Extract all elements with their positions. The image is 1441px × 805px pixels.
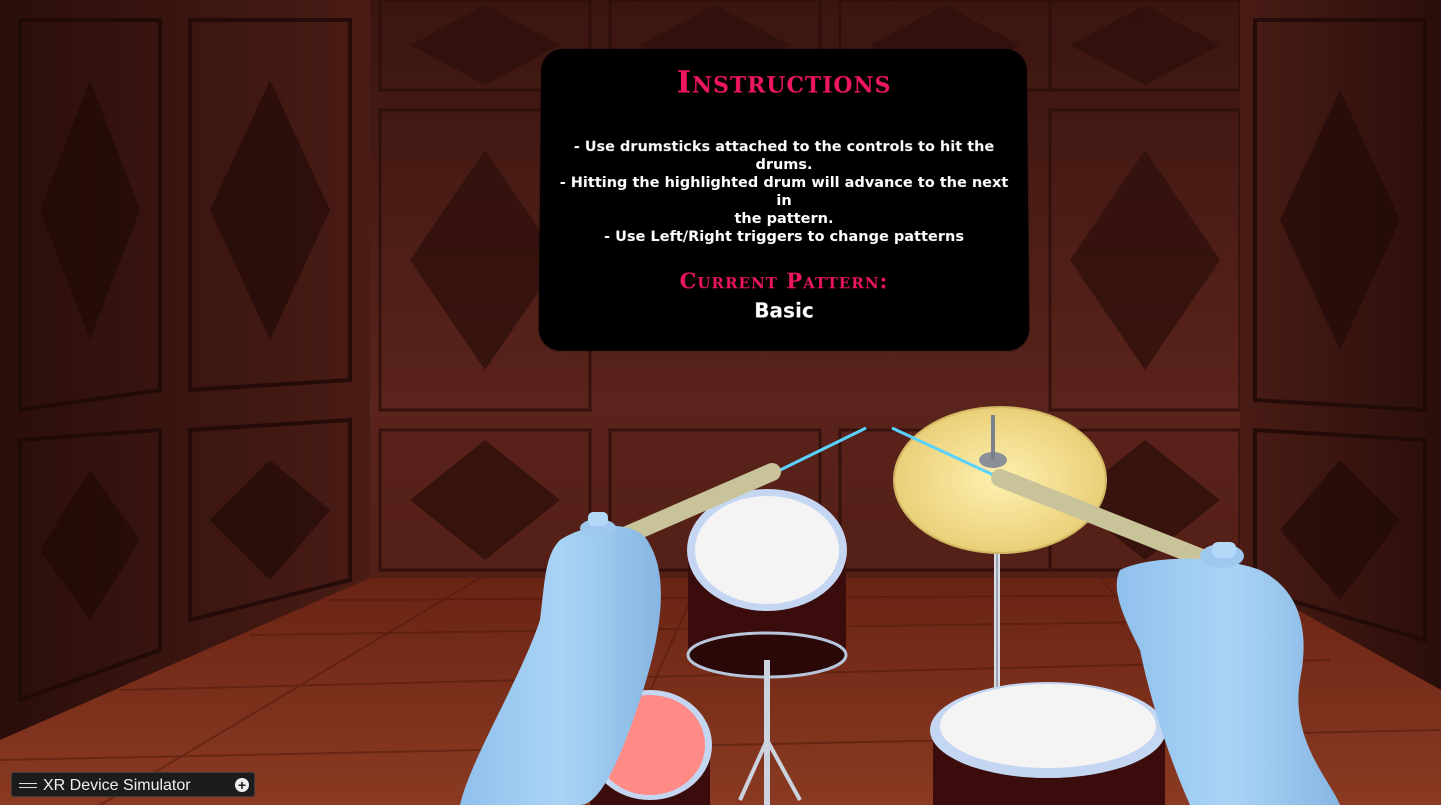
- instruction-line: the pattern.: [734, 210, 834, 228]
- drag-handle-icon[interactable]: [19, 783, 37, 788]
- plus-circle-icon[interactable]: +: [235, 778, 249, 792]
- instruction-line: - Hitting the highlighted drum will adva…: [559, 175, 1009, 209]
- instructions-text: - Use drumsticks attached to the control…: [554, 138, 1015, 246]
- instruction-line: - Use drumsticks attached to the control…: [573, 139, 995, 156]
- instruction-line: drums.: [755, 157, 813, 174]
- vr-scene: Instructions - Use drumsticks attached t…: [0, 0, 1441, 805]
- instructions-panel: Instructions - Use drumsticks attached t…: [538, 48, 1030, 351]
- xr-device-simulator-bar[interactable]: XR Device Simulator +: [11, 772, 255, 797]
- instructions-title: Instructions: [676, 64, 892, 101]
- instruction-line: - Use Left/Right triggers to change patt…: [603, 229, 965, 246]
- current-pattern-value: Basic: [754, 298, 814, 323]
- current-pattern-label: Current Pattern:: [679, 268, 889, 294]
- xr-device-simulator-label: XR Device Simulator: [43, 777, 191, 794]
